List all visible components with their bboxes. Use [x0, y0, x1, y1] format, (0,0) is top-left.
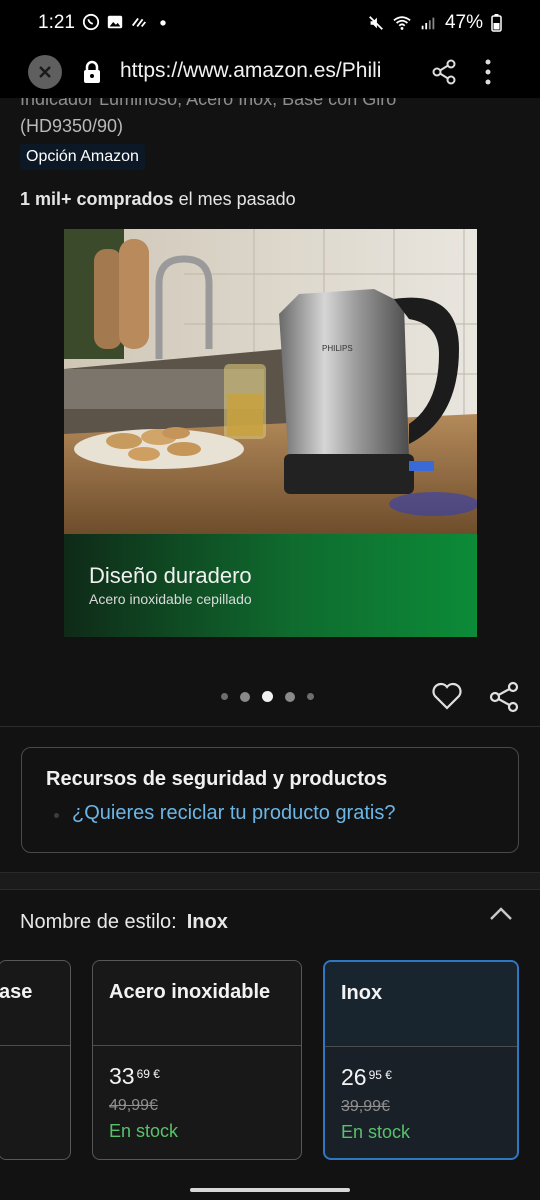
bought-count-bold: 1 mil+ comprados — [20, 189, 174, 209]
safety-resources-card: Recursos de seguridad y productos ¿Quier… — [21, 747, 519, 853]
product-image[interactable]: PHILIPS Diseño duradero Acero inoxidable… — [64, 229, 477, 637]
status-bar: 1:21 47% — [0, 0, 540, 46]
card-divider — [93, 1045, 301, 1046]
old-price: 39,99€ — [341, 1098, 390, 1115]
recycle-link[interactable]: ¿Quieres reciclar tu producto gratis? — [72, 802, 395, 825]
battery-icon — [491, 14, 502, 32]
divider — [0, 726, 540, 727]
carousel-dot[interactable] — [285, 691, 295, 702]
safety-title: Recursos de seguridad y productos — [46, 768, 388, 790]
price-whole: 33 — [109, 1063, 135, 1089]
brand-text: PHILIPS — [322, 344, 353, 353]
price: 33 69 € — [109, 1063, 160, 1090]
style-option-card-selected[interactable]: Inox 26 95 € 39,99€ En stock — [323, 960, 519, 1160]
style-name-row: Nombre de estilo: Inox — [20, 911, 228, 934]
carousel-dot[interactable] — [221, 693, 228, 700]
heart-icon[interactable] — [431, 681, 463, 711]
style-option-name: Inox — [341, 982, 383, 1004]
share-icon[interactable] — [432, 59, 456, 85]
whatsapp-icon — [82, 13, 100, 31]
bought-count: 1 mil+ comprados el mes pasado — [20, 189, 296, 210]
bullet — [54, 813, 59, 818]
lock-icon[interactable] — [82, 60, 102, 84]
price: 26 95 € — [341, 1064, 392, 1091]
vibrate-wave-icon — [131, 17, 147, 28]
style-option-name: ase — [0, 981, 33, 1003]
close-tab-button[interactable] — [28, 55, 62, 89]
close-icon — [39, 66, 51, 78]
amazon-choice-badge: Opción Amazon — [20, 144, 145, 170]
url-field[interactable]: https://www.amazon.es/Phili — [120, 59, 415, 83]
old-price: 49,99€ — [109, 1097, 158, 1114]
price-fraction: 69 € — [136, 1067, 160, 1081]
product-title-line1[interactable]: Indicador Luminoso, Acero Inox, Base con… — [20, 98, 396, 110]
battery-percent: 47% — [444, 12, 483, 33]
stock-status: En stock — [341, 1122, 411, 1142]
style-label: Nombre de estilo: — [20, 911, 177, 933]
hero-caption-subtitle: Acero inoxidable cepillado — [89, 591, 252, 607]
more-options-icon[interactable] — [484, 58, 492, 86]
card-divider — [325, 1046, 517, 1047]
style-option-name: Acero inoxidable — [109, 981, 271, 1003]
carousel-dot[interactable] — [240, 691, 250, 702]
carousel-dot-active[interactable] — [262, 691, 273, 702]
mute-icon — [369, 16, 383, 30]
card-divider — [0, 1045, 70, 1046]
chevron-up-icon[interactable] — [488, 904, 514, 922]
carousel-indicator — [221, 691, 314, 702]
page-content: Indicador Luminoso, Acero Inox, Base con… — [0, 98, 540, 1200]
section-divider — [0, 872, 540, 890]
share-icon[interactable] — [488, 681, 520, 713]
carousel-dot[interactable] — [307, 693, 314, 700]
browser-url-bar: https://www.amazon.es/Phili — [0, 46, 540, 98]
signal-icon — [421, 17, 435, 30]
notification-dot-icon — [160, 20, 166, 26]
style-option-card[interactable]: ase — [0, 960, 71, 1160]
home-gesture-bar[interactable] — [190, 1188, 350, 1192]
stock-status: En stock — [109, 1121, 179, 1141]
price-whole: 26 — [341, 1064, 367, 1090]
gallery-icon — [107, 15, 123, 29]
wifi-icon — [393, 16, 411, 30]
price-fraction: 95 € — [368, 1068, 392, 1082]
product-title-line2[interactable]: (HD9350/90) — [20, 116, 123, 137]
style-value: Inox — [186, 911, 228, 933]
bought-count-rest: el mes pasado — [173, 189, 296, 209]
status-time: 1:21 — [38, 12, 75, 33]
style-option-card[interactable]: Acero inoxidable 33 69 € 49,99€ En stock — [92, 960, 302, 1160]
hero-caption-title: Diseño duradero — [89, 563, 252, 588]
